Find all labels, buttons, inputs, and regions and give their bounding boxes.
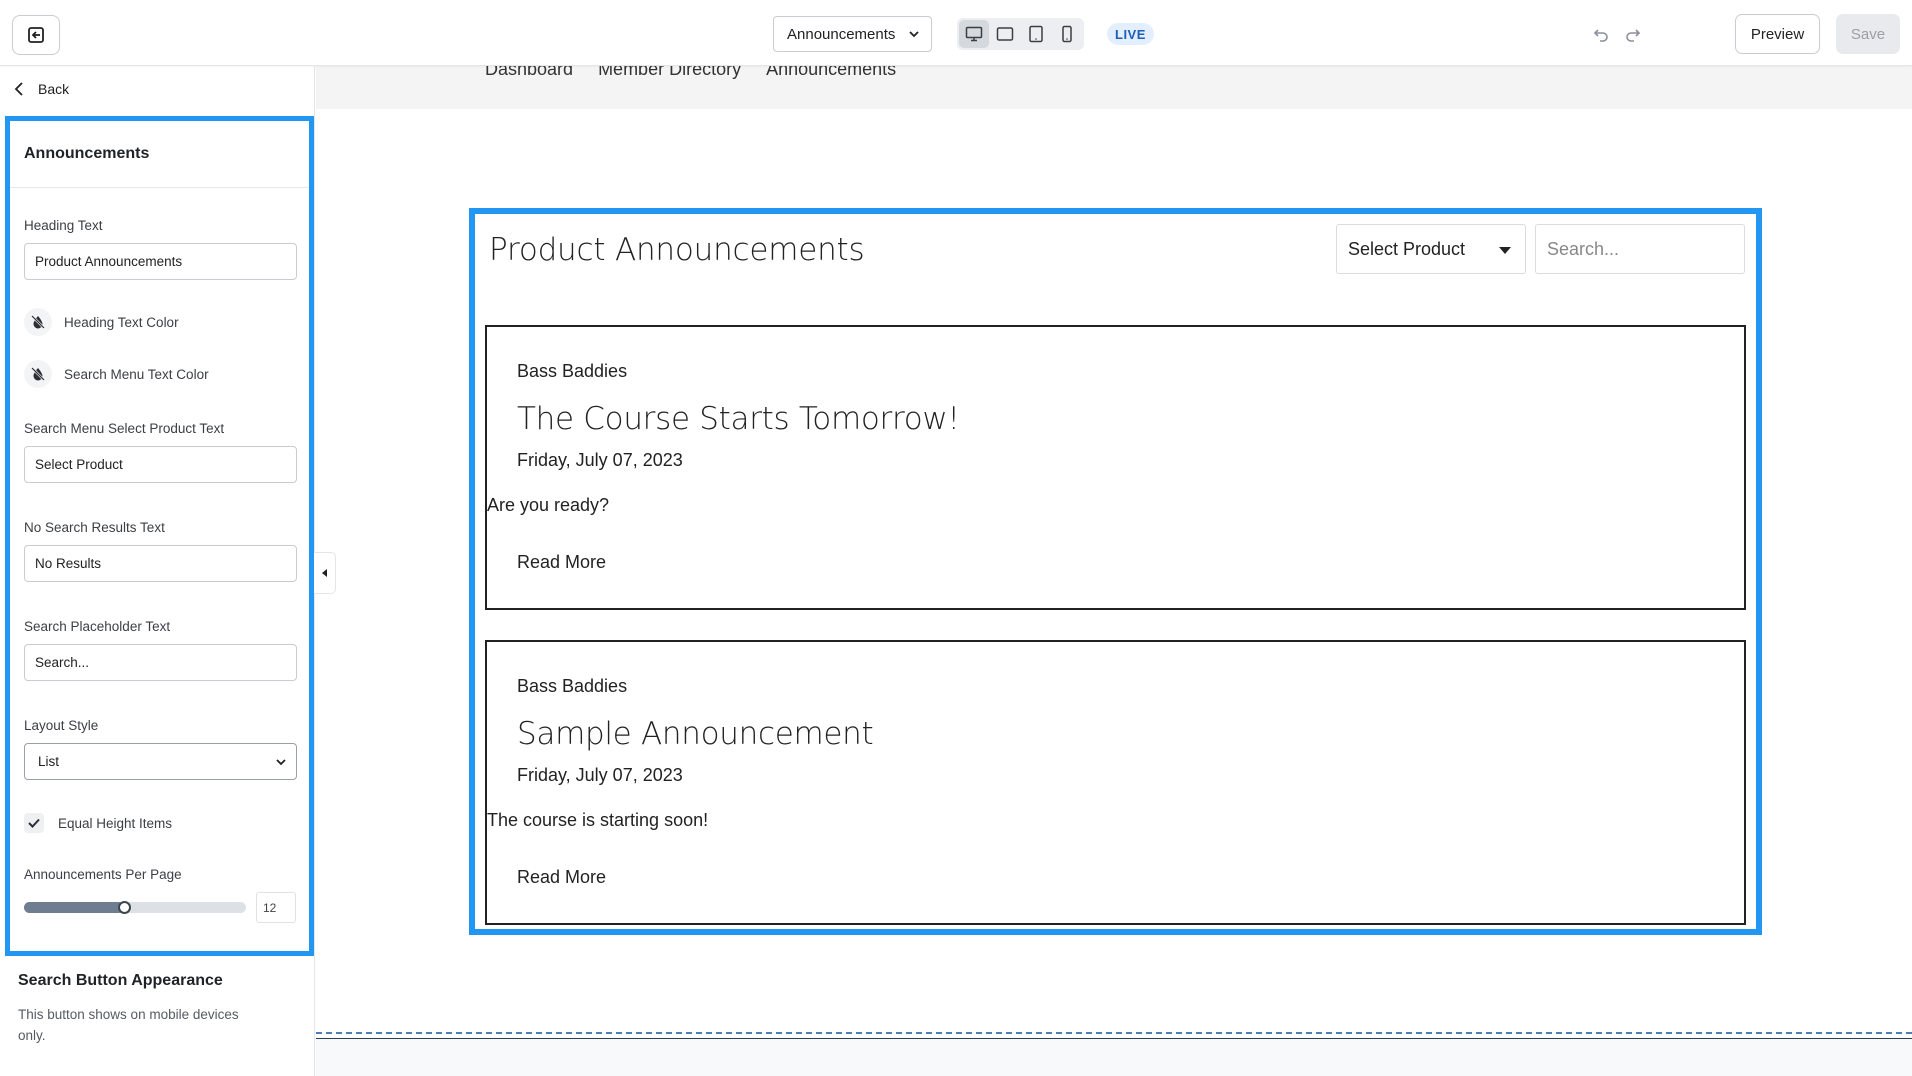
tablet-landscape-icon xyxy=(996,27,1014,41)
caret-left-icon xyxy=(321,569,327,577)
equal-height-items-toggle[interactable]: Equal Height Items xyxy=(24,813,172,833)
redo-icon[interactable] xyxy=(1624,25,1642,43)
checkmark-icon xyxy=(28,818,40,828)
announcement-excerpt: Are you ready? xyxy=(487,495,610,515)
slider-fill xyxy=(24,902,124,913)
announcement-title: The Course Starts Tomorrow! xyxy=(517,401,960,437)
tablet-portrait-view-button[interactable] xyxy=(1021,20,1051,48)
back-link[interactable]: Back xyxy=(14,78,69,100)
no-color-icon xyxy=(31,367,45,381)
no-results-text-input[interactable]: No Results xyxy=(24,545,297,582)
desktop-icon xyxy=(965,26,983,42)
undo-icon[interactable] xyxy=(1592,25,1610,43)
announcement-card[interactable]: Bass Baddies The Course Starts Tomorrow!… xyxy=(485,325,1746,610)
top-toolbar: Announcements LIVE Preview Save xyxy=(0,0,1912,66)
color-swatch xyxy=(24,308,52,336)
nav-link-dashboard[interactable]: Dashboard xyxy=(485,66,573,80)
chevron-down-icon xyxy=(276,759,286,766)
read-more-link[interactable]: Read More xyxy=(517,867,606,888)
equal-height-checkbox[interactable] xyxy=(24,813,44,833)
back-label: Back xyxy=(38,81,70,97)
search-placeholder-text-label: Search Placeholder Text xyxy=(24,619,171,634)
mobile-view-button[interactable] xyxy=(1052,20,1082,48)
page-select[interactable]: Announcements xyxy=(773,16,932,52)
no-color-icon xyxy=(31,315,45,329)
exit-editor-button[interactable] xyxy=(12,15,60,55)
announcement-title: Sample Announcement xyxy=(517,716,874,752)
no-results-text-label: No Search Results Text xyxy=(24,520,165,535)
search-placeholder-text-input[interactable]: Search... xyxy=(24,644,297,681)
search-menu-text-color-picker[interactable]: Search Menu Text Color xyxy=(24,360,209,388)
exit-icon xyxy=(28,27,44,43)
announcement-card[interactable]: Bass Baddies Sample Announcement Friday,… xyxy=(485,640,1746,925)
page-canvas: Dashboard Member Directory Announcements… xyxy=(316,66,1912,1076)
page-select-value: Announcements xyxy=(787,25,896,43)
panel-title: Announcements xyxy=(24,145,150,162)
announcement-category: Bass Baddies xyxy=(517,361,628,381)
layout-style-select[interactable]: List xyxy=(24,743,297,780)
heading-text-color-label: Heading Text Color xyxy=(64,314,179,330)
nav-link-announcements[interactable]: Announcements xyxy=(766,66,896,80)
product-filter-select[interactable]: Select Product xyxy=(1336,224,1526,274)
tablet-landscape-view-button[interactable] xyxy=(990,20,1020,48)
site-nav-links: Dashboard Member Directory Announcements xyxy=(485,66,896,80)
announcements-settings-panel: Announcements Heading Text Product Annou… xyxy=(5,116,314,956)
collapse-sidebar-button[interactable] xyxy=(314,552,336,594)
select-product-text-label: Search Menu Select Product Text xyxy=(24,421,225,436)
site-nav-bar: Dashboard Member Directory Announcements xyxy=(316,66,1912,109)
per-page-label: Announcements Per Page xyxy=(24,867,182,882)
announcement-excerpt: The course is starting soon! xyxy=(487,810,709,830)
nav-link-member-directory[interactable]: Member Directory xyxy=(598,66,741,80)
heading-text-color-picker[interactable]: Heading Text Color xyxy=(24,308,179,336)
tablet-portrait-icon xyxy=(1029,25,1043,43)
equal-height-label: Equal Height Items xyxy=(58,815,173,831)
announcements-search-input[interactable]: Search... xyxy=(1535,224,1745,274)
heading-text-input[interactable]: Product Announcements xyxy=(24,243,297,280)
mobile-icon xyxy=(1062,25,1072,43)
settings-sidebar: Back Announcements Heading Text Product … xyxy=(0,66,315,1076)
announcement-date: Friday, July 07, 2023 xyxy=(517,765,683,785)
select-product-text-input[interactable]: Select Product xyxy=(24,446,297,483)
chevron-down-icon xyxy=(909,31,919,38)
search-button-appearance-title: Search Button Appearance xyxy=(18,972,223,989)
heading-text-label: Heading Text xyxy=(24,218,103,233)
desktop-view-button[interactable] xyxy=(959,20,989,48)
announcement-category: Bass Baddies xyxy=(517,676,628,696)
chevron-left-icon xyxy=(14,82,23,96)
read-more-link[interactable]: Read More xyxy=(517,552,606,573)
announcement-date: Friday, July 07, 2023 xyxy=(517,450,683,470)
divider xyxy=(10,187,309,188)
caret-down-icon xyxy=(1499,247,1511,254)
slider-thumb[interactable] xyxy=(117,901,131,914)
search-button-appearance-description: This button shows on mobile devices only… xyxy=(18,1007,239,1043)
next-section xyxy=(316,1038,1912,1076)
device-preview-switcher xyxy=(957,18,1084,50)
search-menu-text-color-label: Search Menu Text Color xyxy=(64,366,209,382)
announcements-block[interactable]: Product Announcements Select Product Sea… xyxy=(469,208,1762,935)
live-status-badge: LIVE xyxy=(1107,23,1154,45)
color-swatch xyxy=(24,360,52,388)
layout-style-label: Layout Style xyxy=(24,718,99,733)
section-boundary-divider xyxy=(316,1032,1912,1034)
save-button[interactable]: Save xyxy=(1836,14,1900,54)
preview-button[interactable]: Preview xyxy=(1735,14,1820,54)
per-page-number-input[interactable]: 12 xyxy=(256,892,296,923)
announcements-heading: Product Announcements xyxy=(489,232,865,268)
layout-style-value: List xyxy=(38,754,60,769)
product-filter-value: Select Product xyxy=(1348,238,1466,259)
per-page-slider[interactable] xyxy=(24,901,246,914)
